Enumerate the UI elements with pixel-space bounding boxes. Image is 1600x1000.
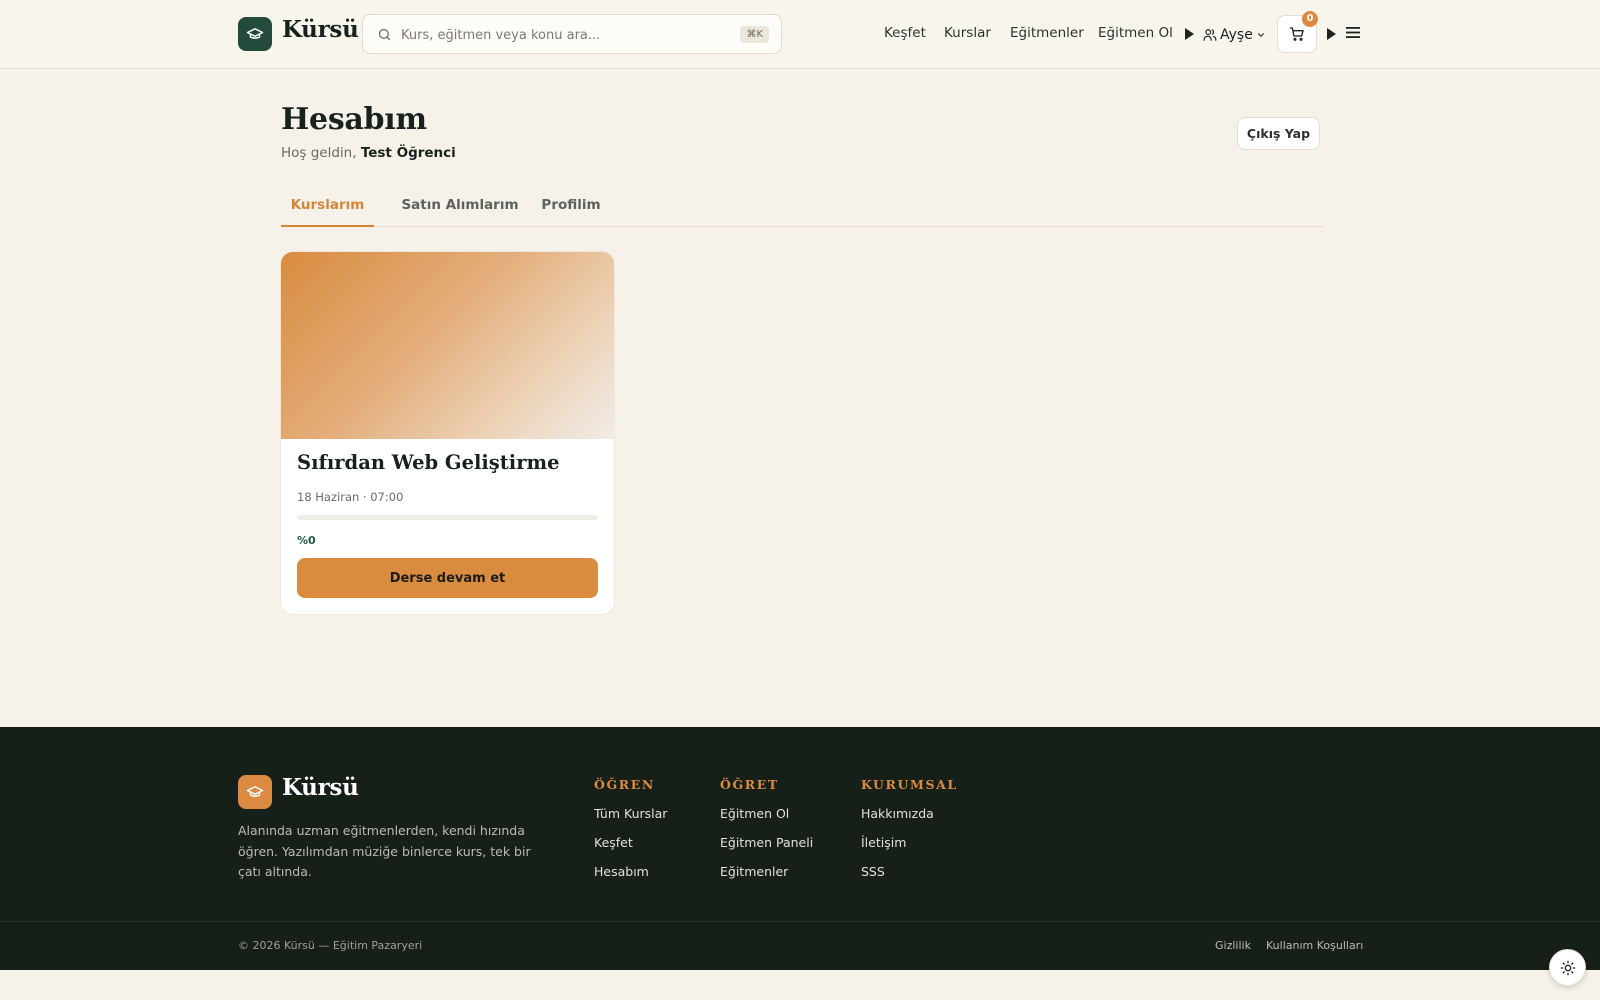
- footer-link-contact[interactable]: İletişim: [861, 835, 958, 852]
- footer-link-all-courses[interactable]: Tüm Kurslar: [594, 806, 667, 823]
- footer-column-teach: ÖĞRET Eğitmen Ol Eğitmen Paneli Eğitmenl…: [720, 777, 813, 893]
- footer-link-privacy[interactable]: Gizlilik: [1215, 939, 1251, 952]
- footer-description: Alanında uzman eğitmenlerden, kendi hızı…: [238, 823, 531, 879]
- cart-button[interactable]: 0: [1277, 11, 1318, 53]
- logout-button[interactable]: Çıkış Yap: [1237, 117, 1320, 150]
- play-icon[interactable]: [1185, 28, 1194, 40]
- footer-link-become-instructor[interactable]: Eğitmen Ol: [720, 806, 813, 823]
- footer-heading: ÖĞRET: [720, 777, 779, 792]
- nav-instructors[interactable]: Eğitmenler: [1010, 25, 1084, 41]
- footer-divider: [0, 921, 1600, 922]
- footer-link-instructor-panel[interactable]: Eğitmen Paneli: [720, 835, 813, 852]
- tab-my-courses[interactable]: Kurslarım: [281, 190, 374, 227]
- account-tabs: Kurslarım Satın Alımlarım Profilim: [281, 190, 1323, 227]
- user-full-name: Test Öğrenci: [360, 145, 456, 161]
- user-menu-trigger[interactable]: Ayşe: [1203, 24, 1266, 46]
- footer-link-about[interactable]: Hakkımızda: [861, 806, 958, 823]
- nav-courses[interactable]: Kurslar: [944, 25, 991, 41]
- course-progress-label: %0: [297, 534, 316, 547]
- welcome-message: Hoş geldin, Test Öğrenci: [281, 145, 456, 161]
- footer-copyright: © 2026 Kürsü — Eğitim Pazaryeri: [238, 939, 423, 952]
- cart-count-badge: 0: [1302, 11, 1318, 27]
- logo-mark[interactable]: [238, 17, 272, 51]
- course-card[interactable]: Sıfırdan Web Geliştirme 18 Haziran · 07:…: [281, 252, 614, 614]
- page-title: Hesabım: [281, 102, 427, 137]
- footer-link-faq[interactable]: SSS: [861, 864, 958, 881]
- sun-icon: [1560, 960, 1575, 975]
- search-input[interactable]: [401, 24, 721, 46]
- user-icon: [1203, 29, 1217, 41]
- tab-profile[interactable]: Profilim: [536, 190, 606, 227]
- play-icon-secondary[interactable]: [1327, 28, 1336, 40]
- course-title[interactable]: Sıfırdan Web Geliştirme: [297, 451, 560, 474]
- course-date: 18 Haziran · 07:00: [297, 490, 404, 504]
- graduation-cap-icon: [246, 28, 264, 39]
- footer-brand-name[interactable]: Kürsü: [282, 774, 359, 801]
- welcome-prefix: Hoş geldin,: [281, 145, 357, 161]
- footer-link-instructors[interactable]: Eğitmenler: [720, 864, 813, 881]
- chevron-down-icon: [1257, 33, 1264, 37]
- footer-heading: KURUMSAL: [861, 777, 958, 792]
- site-footer: Kürsü Alanında uzman eğitmenlerden, kend…: [0, 727, 1600, 970]
- footer-heading: ÖĞREN: [594, 777, 655, 792]
- nav-explore[interactable]: Keşfet: [884, 25, 926, 41]
- course-thumbnail[interactable]: [281, 252, 614, 439]
- hamburger-menu-icon[interactable]: [1346, 26, 1360, 39]
- footer-link-explore[interactable]: Keşfet: [594, 835, 667, 852]
- graduation-cap-icon: [246, 786, 264, 797]
- top-header: Kürsü ⌘K Keşfet Kurslar Eğitmenler Eğitm…: [0, 0, 1600, 69]
- footer-link-terms[interactable]: Kullanım Koşulları: [1266, 939, 1363, 952]
- user-name: Ayşe: [1220, 27, 1253, 43]
- shopping-cart-icon: [1289, 27, 1304, 41]
- search-icon: [378, 28, 391, 41]
- theme-toggle-button[interactable]: [1549, 949, 1586, 986]
- tab-purchases[interactable]: Satın Alımlarım: [396, 190, 524, 227]
- course-progress-bar: [297, 515, 598, 520]
- nav-become-instructor[interactable]: Eğitmen Ol: [1098, 25, 1173, 41]
- search-bar[interactable]: ⌘K: [362, 14, 782, 54]
- brand-name[interactable]: Kürsü: [282, 16, 359, 43]
- footer-link-account[interactable]: Hesabım: [594, 864, 667, 881]
- footer-column-corporate: KURUMSAL Hakkımızda İletişim SSS: [861, 777, 958, 893]
- footer-column-learn: ÖĞREN Tüm Kurslar Keşfet Hesabım: [594, 777, 667, 893]
- footer-logo-mark[interactable]: [238, 775, 272, 809]
- search-shortcut-badge: ⌘K: [740, 26, 769, 43]
- continue-course-button[interactable]: Derse devam et: [297, 558, 598, 598]
